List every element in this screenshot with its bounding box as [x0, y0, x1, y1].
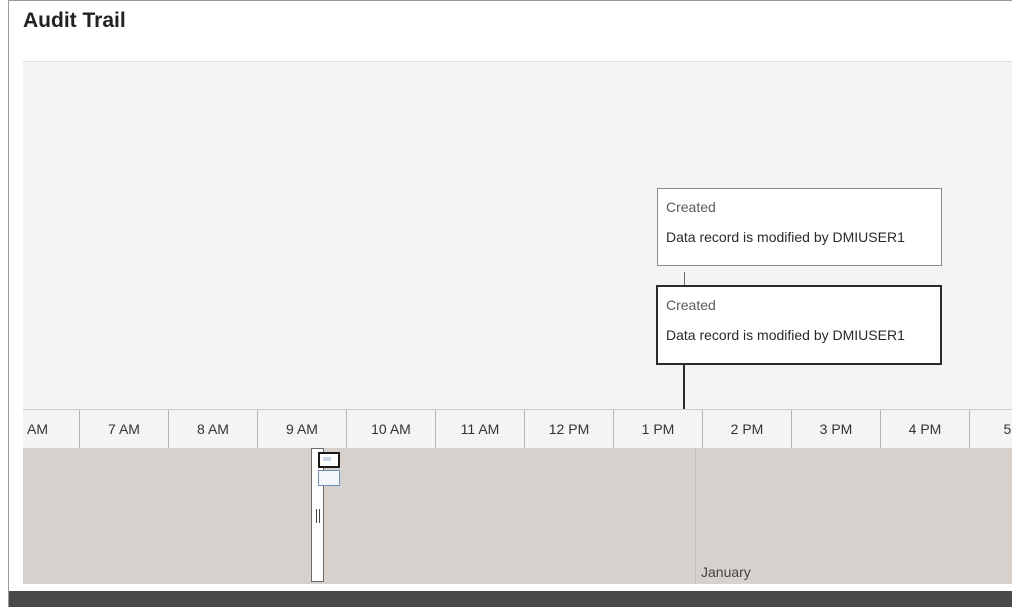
time-tick: 10 AM — [347, 410, 436, 448]
month-label: January — [701, 564, 751, 580]
panel-title: Audit Trail — [23, 9, 126, 32]
overview-window-handle[interactable] — [311, 448, 324, 582]
time-tick: AM — [23, 410, 80, 448]
time-tick: 1 PM — [614, 410, 703, 448]
event-callout[interactable]: Created Data record is modified by DMIUS… — [657, 188, 942, 266]
time-axis: AM 7 AM 8 AM 9 AM 10 AM 11 AM 12 PM 1 PM… — [23, 409, 1012, 448]
event-stem — [683, 364, 685, 410]
event-callout-selected[interactable]: Created Data record is modified by DMIUS… — [656, 285, 942, 365]
event-description: Data record is modified by DMIUSER1 — [666, 327, 905, 343]
time-tick: 3 PM — [792, 410, 881, 448]
time-tick: 11 AM — [436, 410, 525, 448]
overview-event-marker-selected[interactable] — [318, 452, 340, 468]
audit-trail-panel: Audit Trail Created Data record is modif… — [8, 0, 1012, 607]
time-tick: 4 PM — [881, 410, 970, 448]
time-tick: 12 PM — [525, 410, 614, 448]
event-title: Created — [666, 297, 716, 313]
time-tick: 5 P — [970, 410, 1012, 448]
time-tick: 7 AM — [80, 410, 169, 448]
bottom-bar — [9, 591, 1012, 607]
overview-event-marker[interactable] — [318, 470, 340, 486]
timeline-overview[interactable]: January — [23, 448, 1012, 584]
event-title: Created — [666, 199, 716, 215]
event-description: Data record is modified by DMIUSER1 — [666, 229, 905, 245]
month-divider — [695, 448, 696, 584]
time-tick: 8 AM — [169, 410, 258, 448]
drag-grip-icon[interactable] — [316, 509, 320, 523]
timeline[interactable]: Created Data record is modified by DMIUS… — [23, 61, 1012, 584]
time-tick: 9 AM — [258, 410, 347, 448]
time-tick: 2 PM — [703, 410, 792, 448]
